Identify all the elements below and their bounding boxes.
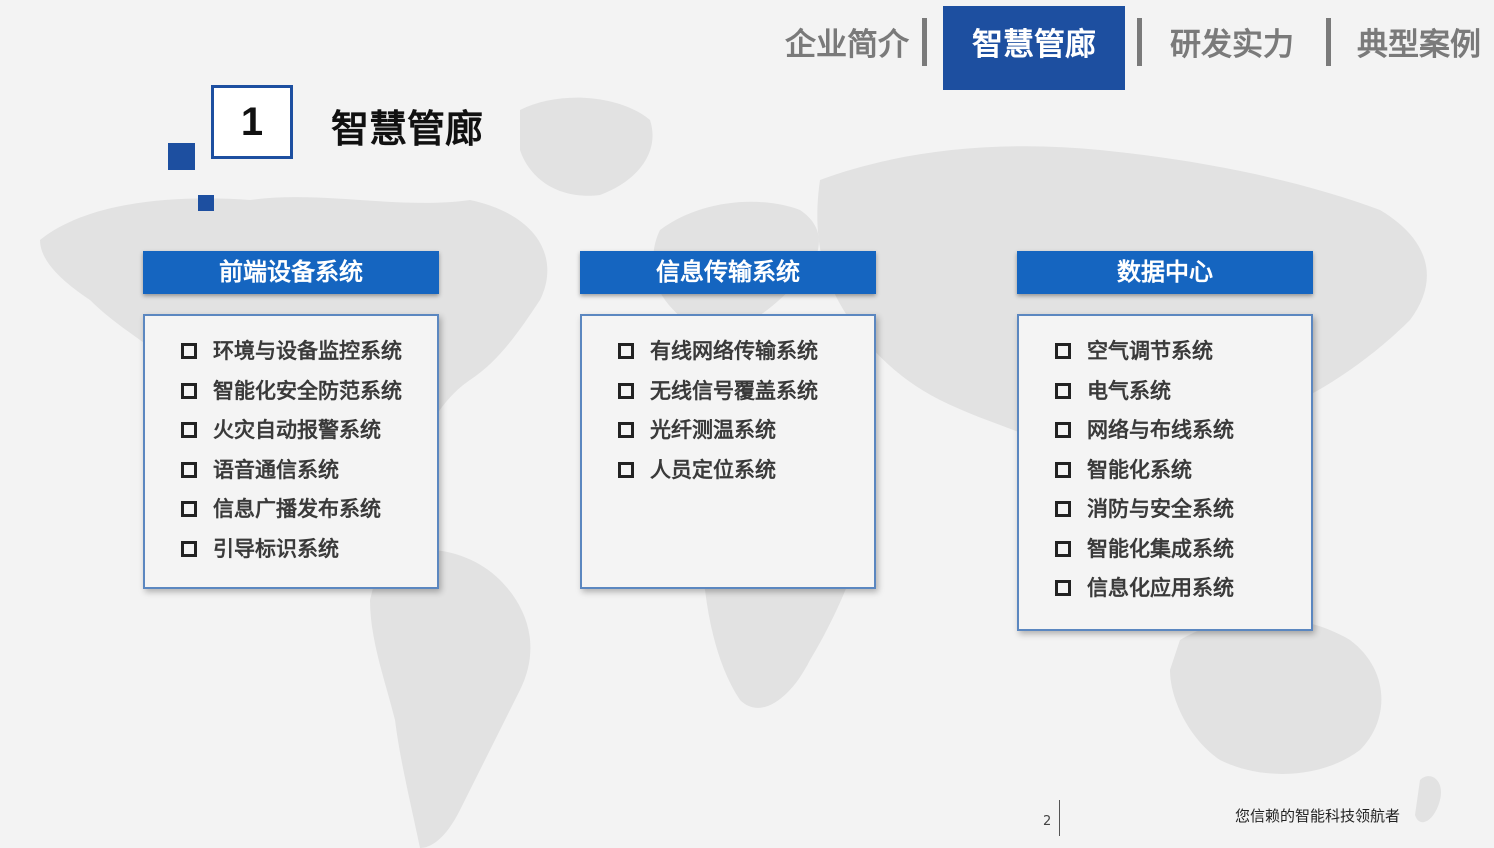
checkbox-icon [181,540,197,557]
decorative-square-small [198,195,214,211]
checkbox-icon [618,422,634,438]
list-item: 光纤测温系统 [618,415,874,455]
checkbox-icon [181,343,197,359]
checkbox-icon [618,343,634,359]
list-item: 空气调节系统 [1055,336,1311,376]
list-item: 语音通信系统 [181,455,437,495]
nav-tab-typical-cases[interactable]: 典型案例 [1354,6,1484,90]
section-number: 1 [211,85,293,159]
checkbox-icon [618,461,634,478]
checkbox-icon [1055,580,1071,596]
checkbox-icon [1055,382,1071,399]
checkbox-icon [181,382,197,399]
list-item: 有线网络传输系统 [618,336,874,376]
checkbox-icon [1055,343,1071,359]
card-header-data-center: 数据中心 [1017,251,1313,294]
list-item: 电气系统 [1055,376,1311,416]
list-item: 无线信号覆盖系统 [618,376,874,416]
list-item: 火灾自动报警系统 [181,415,437,455]
decorative-square-large [168,143,195,170]
checkbox-icon [181,461,197,478]
card-data-center: 空气调节系统 电气系统 网络与布线系统 智能化系统 消防与安全系统 智能化集成系… [1017,314,1313,631]
checkbox-icon [1055,501,1071,517]
list-item: 信息广播发布系统 [181,494,437,534]
footer-divider [1059,800,1060,836]
nav-tab-company-intro[interactable]: 企业简介 [782,6,912,90]
card-front-end-equipment: 环境与设备监控系统 智能化安全防范系统 火灾自动报警系统 语音通信系统 信息广播… [143,314,439,589]
card-header-information-transmission: 信息传输系统 [580,251,876,294]
list-item: 引导标识系统 [181,534,437,574]
list-item: 环境与设备监控系统 [181,336,437,376]
list-item: 人员定位系统 [618,455,874,495]
page-number: 2 [1043,814,1052,829]
nav-tab-rd-strength[interactable]: 研发实力 [1162,6,1302,90]
list-item: 智能化系统 [1055,455,1311,495]
nav-separator [1326,18,1331,66]
footer-slogan: 您信赖的智能科技领航者 [1235,807,1401,825]
card-header-front-end-equipment: 前端设备系统 [143,251,439,294]
list-item: 网络与布线系统 [1055,415,1311,455]
checkbox-icon [1055,461,1071,478]
checkbox-icon [618,382,634,399]
nav-separator [1137,18,1142,66]
list-item: 消防与安全系统 [1055,494,1311,534]
checkbox-icon [1055,422,1071,438]
checkbox-icon [181,422,197,438]
checkbox-icon [1055,540,1071,557]
list-item: 信息化应用系统 [1055,573,1311,613]
card-information-transmission: 有线网络传输系统 无线信号覆盖系统 光纤测温系统 人员定位系统 [580,314,876,589]
list-item: 智能化集成系统 [1055,534,1311,574]
checkbox-icon [181,501,197,517]
list-item: 智能化安全防范系统 [181,376,437,416]
nav-separator [922,18,927,66]
top-nav: 企业简介 智慧管廊 研发实力 典型案例 [754,0,1494,90]
section-title: 智慧管廊 [331,107,484,151]
nav-tab-smart-utility-tunnel[interactable]: 智慧管廊 [943,6,1125,90]
